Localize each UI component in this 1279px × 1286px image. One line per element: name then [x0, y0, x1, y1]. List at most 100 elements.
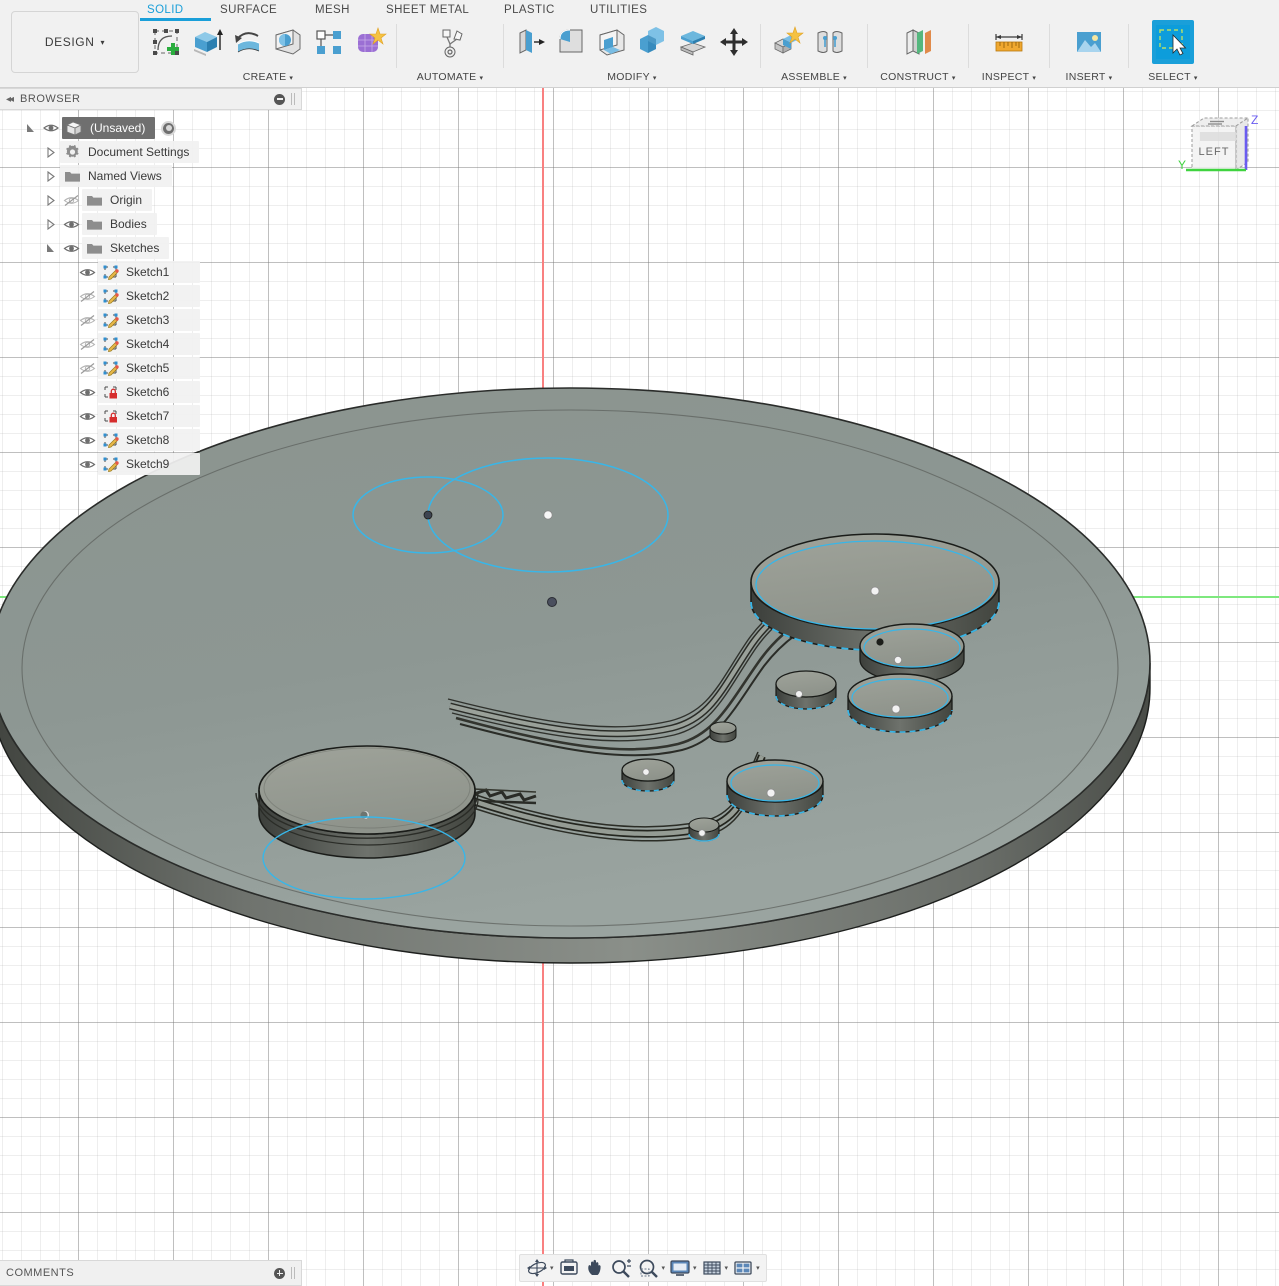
panel-inspect-label[interactable]: INSPECT▾ — [969, 71, 1049, 83]
grid-snaps-icon[interactable]: ▾ — [699, 1256, 731, 1280]
measure-icon[interactable] — [988, 20, 1030, 64]
zoom-icon[interactable] — [608, 1256, 636, 1280]
collapse-arrow-sketches[interactable] — [40, 243, 60, 254]
visibility-eye-sketch2[interactable] — [76, 290, 98, 303]
panel-assemble-label[interactable]: ASSEMBLE▾ — [761, 71, 867, 83]
tab-solid[interactable]: SOLID — [147, 4, 184, 16]
visibility-eye-origin[interactable] — [60, 194, 82, 207]
tree-node-sketch5[interactable]: Sketch5 — [98, 357, 200, 379]
collapse-panel-icon[interactable]: ◂◂ — [6, 94, 12, 105]
well-small-center[interactable] — [776, 671, 836, 709]
tree-row-sketches[interactable]: Sketches — [0, 236, 302, 260]
visibility-eye-sketch9[interactable] — [76, 458, 98, 471]
tree-node-sketches[interactable]: Sketches — [82, 237, 169, 259]
tree-node-sketch6[interactable]: Sketch6 — [98, 381, 200, 403]
shell-icon[interactable] — [591, 20, 632, 64]
well-small-left[interactable] — [622, 759, 674, 791]
tree-row-sketch8[interactable]: Sketch8 — [0, 428, 302, 452]
tree-row-sketch9[interactable]: Sketch9 — [0, 452, 302, 476]
visibility-eye-sketch5[interactable] — [76, 362, 98, 375]
insert-image-icon[interactable] — [1068, 20, 1110, 64]
panel-automate-label[interactable]: AUTOMATE▾ — [397, 71, 503, 83]
expand-arrow-origin[interactable] — [40, 195, 60, 206]
tree-node-origin[interactable]: Origin — [82, 189, 152, 211]
well-middle-right[interactable] — [848, 674, 952, 732]
sweep-icon[interactable] — [268, 20, 309, 64]
tree-node-unsaved[interactable]: (Unsaved) — [62, 117, 155, 139]
visibility-eye-sketch1[interactable] — [76, 266, 98, 279]
automate-icon[interactable] — [429, 20, 471, 64]
create-sketch-icon[interactable] — [146, 20, 187, 64]
tree-row-sketch7[interactable]: Sketch7 — [0, 404, 302, 428]
expand-arrow-root[interactable] — [20, 123, 40, 134]
tree-row-origin[interactable]: Origin — [0, 188, 302, 212]
sketch-center-point-large[interactable] — [544, 511, 552, 519]
display-settings-icon[interactable]: ▾ — [667, 1256, 699, 1280]
visibility-eye-root[interactable] — [40, 122, 62, 134]
tree-row-sketch6[interactable]: Sketch6 — [0, 380, 302, 404]
well-tiny-port-lower[interactable] — [689, 818, 719, 841]
visibility-eye-sketches[interactable] — [60, 242, 82, 255]
visibility-eye-sketch3[interactable] — [76, 314, 98, 327]
visibility-eye-sketch6[interactable] — [76, 386, 98, 399]
panel-construct-label[interactable]: CONSTRUCT▾ — [868, 71, 968, 83]
tab-surface[interactable]: SURFACE — [220, 4, 277, 16]
expand-arrow-named-views[interactable] — [40, 171, 60, 182]
tab-sheet-metal[interactable]: SHEET METAL — [386, 4, 469, 16]
tree-node-sketch9[interactable]: Sketch9 — [98, 453, 200, 475]
expand-arrow-document-settings[interactable] — [40, 147, 60, 158]
tree-node-bodies[interactable]: Bodies — [82, 213, 157, 235]
tree-node-document-settings[interactable]: Document Settings — [60, 141, 199, 163]
tree-row-sketch3[interactable]: Sketch3 — [0, 308, 302, 332]
tab-mesh[interactable]: MESH — [315, 4, 350, 16]
sketch-center-point-small[interactable] — [424, 511, 432, 519]
tree-row-sketch5[interactable]: Sketch5 — [0, 356, 302, 380]
look-at-icon[interactable] — [556, 1256, 582, 1280]
tree-node-named-views[interactable]: Named Views — [60, 165, 172, 187]
comments-resize-grip[interactable] — [291, 1267, 295, 1279]
tree-row-document-settings[interactable]: Document Settings — [0, 140, 302, 164]
origin-point[interactable] — [548, 598, 557, 607]
tab-utilities[interactable]: UTILITIES — [590, 4, 647, 16]
tree-row-sketch2[interactable]: Sketch2 — [0, 284, 302, 308]
browser-resize-grip[interactable] — [291, 93, 295, 105]
tree-row-sketch4[interactable]: Sketch4 — [0, 332, 302, 356]
fillet-icon[interactable] — [551, 20, 592, 64]
extrude-icon[interactable] — [187, 20, 228, 64]
revolve-icon[interactable] — [227, 20, 268, 64]
well-mid-upper[interactable] — [860, 624, 964, 682]
joint-icon[interactable] — [809, 20, 851, 64]
panel-create-label[interactable]: CREATE▾ — [140, 71, 396, 83]
well-lower-center[interactable] — [727, 760, 823, 816]
tree-row-root[interactable]: (Unsaved) — [0, 116, 302, 140]
tree-node-sketch1[interactable]: Sketch1 — [98, 261, 200, 283]
minimize-browser-icon[interactable] — [274, 94, 285, 105]
tree-node-sketch2[interactable]: Sketch2 — [98, 285, 200, 307]
add-comment-icon[interactable] — [274, 1268, 285, 1279]
move-copy-icon[interactable] — [713, 20, 754, 64]
tab-plastic[interactable]: PLASTIC — [504, 4, 555, 16]
panel-insert-label[interactable]: INSERT▾ — [1050, 71, 1128, 83]
fit-icon[interactable]: ▾ — [636, 1256, 668, 1280]
well-tiny-port[interactable] — [710, 722, 736, 742]
well-large-lower-left[interactable] — [256, 746, 478, 858]
activate-component-radio[interactable] — [161, 121, 176, 136]
visibility-eye-sketch7[interactable] — [76, 410, 98, 423]
tree-row-named-views[interactable]: Named Views — [0, 164, 302, 188]
offset-plane-icon[interactable] — [897, 20, 939, 64]
combine-icon[interactable] — [632, 20, 673, 64]
orbit-icon[interactable]: ▾ — [524, 1256, 556, 1280]
visibility-eye-sketch4[interactable] — [76, 338, 98, 351]
tree-node-sketch8[interactable]: Sketch8 — [98, 429, 200, 451]
pan-icon[interactable] — [582, 1256, 608, 1280]
tree-row-sketch1[interactable]: Sketch1 — [0, 260, 302, 284]
panel-modify-label[interactable]: MODIFY▾ — [504, 71, 760, 83]
tree-row-bodies[interactable]: Bodies — [0, 212, 302, 236]
rib-icon[interactable] — [309, 20, 350, 64]
visibility-eye-sketch8[interactable] — [76, 434, 98, 447]
panel-select-label[interactable]: SELECT▾ — [1129, 71, 1217, 83]
form-icon[interactable] — [349, 20, 390, 64]
split-face-icon[interactable] — [673, 20, 714, 64]
tree-node-sketch3[interactable]: Sketch3 — [98, 309, 200, 331]
expand-arrow-bodies[interactable] — [40, 219, 60, 230]
